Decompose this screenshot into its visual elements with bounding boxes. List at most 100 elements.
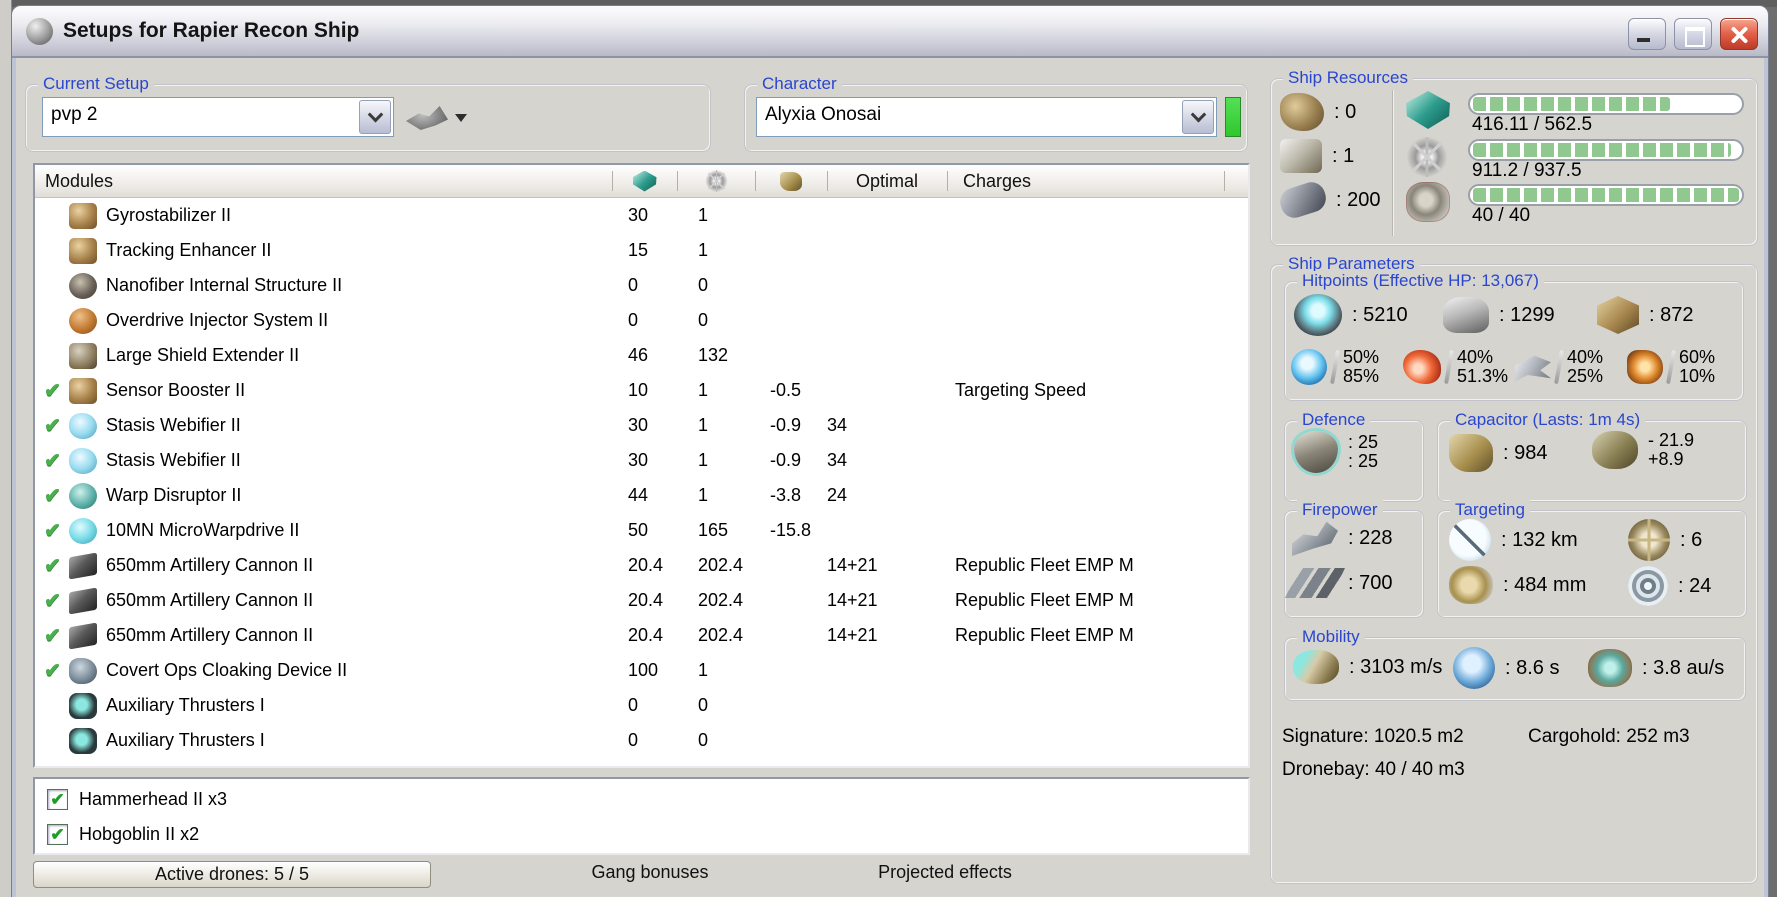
- titlebar[interactable]: Setups for Rapier Recon Ship: [12, 6, 1768, 58]
- table-row[interactable]: ✔ 650mm Artillery Cannon II 20.4 202.4 1…: [35, 548, 1248, 583]
- projected-effects-button[interactable]: Projected effects: [855, 862, 1035, 883]
- sensor-booster-icon: [69, 377, 97, 404]
- speed-icon: [1293, 650, 1339, 684]
- dps-value: : 228: [1348, 526, 1393, 549]
- warp-speed-value: : 3.8 au/s: [1642, 656, 1725, 679]
- character-status-indicator: [1225, 97, 1241, 137]
- firepower-label: Firepower: [1297, 500, 1383, 520]
- resist-group: 40% 51.3%: [1403, 348, 1508, 386]
- active-check-icon: ✔: [44, 590, 61, 612]
- drone-row[interactable]: ✔ Hobgoblin II x2: [35, 817, 1248, 852]
- module-optimal-value: 34: [827, 450, 848, 470]
- dronebay-icon: [1406, 182, 1450, 222]
- stasis-webifier-icon: [69, 447, 97, 474]
- module-cpu-value: 0: [628, 275, 639, 295]
- character-combobox-button[interactable]: [1182, 100, 1214, 134]
- powergrid-icon: [704, 170, 728, 192]
- table-row[interactable]: ✔ 650mm Artillery Cannon II 20.4 202.4 1…: [35, 583, 1248, 618]
- module-powergrid-value: 1: [698, 240, 709, 260]
- table-row[interactable]: Large Shield Extender II 46 132: [35, 338, 1248, 373]
- resist-bottom-value: 25%: [1567, 366, 1604, 386]
- hull-hp-icon: [1597, 296, 1639, 334]
- module-powergrid-value: 1: [698, 415, 709, 435]
- powergrid-icon: [1406, 137, 1448, 177]
- drone-checkbox[interactable]: ✔: [47, 789, 68, 810]
- setup-combobox-button[interactable]: [359, 100, 391, 134]
- table-row[interactable]: Auxiliary Thrusters I 0 0: [35, 723, 1248, 758]
- table-row[interactable]: Auxiliary Thrusters I 0 0: [35, 688, 1248, 723]
- sensor-strength: : 24: [1628, 566, 1711, 606]
- table-row[interactable]: ✔ Covert Ops Cloaking Device II 100 1: [35, 653, 1248, 688]
- module-charge-value: [947, 268, 1224, 303]
- character-combobox[interactable]: Alyxia Onosai: [756, 97, 1217, 137]
- resource-bar-value: 416.11 / 562.5: [1472, 114, 1593, 135]
- resist-top-value: 40%: [1567, 347, 1604, 367]
- table-row[interactable]: ✔ Warp Disruptor II 44 1 -3.8 24: [35, 478, 1248, 513]
- scan-resolution-value: : 484 mm: [1503, 573, 1587, 596]
- module-optimal-value: [827, 373, 947, 408]
- cpu-icon: [632, 170, 657, 192]
- character-label: Character: [757, 74, 842, 94]
- resist-bottom-value: 85%: [1343, 366, 1380, 386]
- resist-divider: [1444, 349, 1454, 385]
- table-row[interactable]: ✔ Sensor Booster II 10 1 -0.5 Targeting …: [35, 373, 1248, 408]
- module-capacitor-value: [755, 233, 827, 268]
- defence-values: : 25 : 25: [1294, 431, 1378, 473]
- resist-top-value: 60%: [1679, 347, 1716, 367]
- gang-bonuses-button[interactable]: Gang bonuses: [575, 862, 725, 883]
- module-powergrid-value: 0: [698, 695, 709, 715]
- resist-group: 40% 25%: [1515, 348, 1603, 386]
- module-charge-value: Republic Fleet EMP M: [955, 590, 1134, 610]
- module-cpu-value: 10: [628, 380, 649, 400]
- active-check-icon: ✔: [44, 625, 61, 647]
- hitpoints-label: Hitpoints (Effective HP: 13,067): [1297, 271, 1544, 291]
- module-powergrid-value: 202.4: [698, 625, 744, 645]
- modules-table: Modules Optimal Charges Gyrostabilizer I…: [33, 163, 1250, 768]
- table-row[interactable]: ✔ Stasis Webifier II 30 1 -0.9 34: [35, 408, 1248, 443]
- capacitor-label: Capacitor (Lasts: 1m 4s): [1450, 410, 1646, 430]
- setup-combobox-value: pvp 2: [51, 104, 98, 125]
- active-drones-button[interactable]: Active drones: 5 / 5: [33, 861, 431, 888]
- close-button[interactable]: [1720, 18, 1758, 50]
- module-charge-value: Targeting Speed: [955, 380, 1087, 400]
- volley-value: : 700: [1348, 571, 1393, 594]
- ship-menu-button[interactable]: [406, 100, 467, 136]
- max-targets-value: : 6: [1680, 528, 1703, 551]
- calibration-icon: [1276, 178, 1330, 222]
- module-cpu-value: 46: [628, 345, 649, 365]
- maximize-button[interactable]: [1674, 18, 1712, 50]
- slot-count: : 0: [1280, 93, 1356, 131]
- module-optimal-value: [827, 198, 947, 233]
- slot-count: : 200: [1276, 178, 1381, 222]
- module-capacitor-value: [755, 198, 827, 233]
- module-capacitor-value: [755, 653, 827, 688]
- table-row[interactable]: ✔ 650mm Artillery Cannon II 20.4 202.4 1…: [35, 618, 1248, 653]
- module-name: 650mm Artillery Cannon II: [106, 555, 314, 575]
- module-charge-value: Republic Fleet EMP M: [955, 625, 1134, 645]
- table-row[interactable]: Overdrive Injector System II 0 0: [35, 303, 1248, 338]
- resource-bar-value: 911.2 / 937.5: [1472, 160, 1582, 181]
- module-optimal-value: [827, 303, 947, 338]
- module-cpu-value: 0: [628, 730, 639, 750]
- dropdown-arrow-icon: [455, 114, 467, 122]
- minimize-button[interactable]: [1628, 18, 1666, 50]
- resist-divider: [1330, 349, 1340, 385]
- resist-bottom-value: 10%: [1679, 366, 1716, 386]
- module-cpu-value: 15: [628, 240, 649, 260]
- drone-row[interactable]: ✔ Hammerhead II x3: [35, 782, 1248, 817]
- slot-count: : 1: [1280, 139, 1354, 173]
- mobility-label: Mobility: [1297, 627, 1365, 647]
- slot-count-value: : 200: [1336, 188, 1381, 211]
- table-row[interactable]: Nanofiber Internal Structure II 0 0: [35, 268, 1248, 303]
- table-row[interactable]: Gyrostabilizer II 30 1: [35, 198, 1248, 233]
- drone-checkbox[interactable]: ✔: [47, 824, 68, 845]
- firepower-volley: : 700: [1285, 568, 1393, 598]
- table-row[interactable]: ✔ 10MN MicroWarpdrive II 50 165 -15.8: [35, 513, 1248, 548]
- module-powergrid-value: 1: [698, 205, 709, 225]
- defence-value-2: : 25: [1348, 451, 1379, 471]
- module-name: Covert Ops Cloaking Device II: [106, 660, 348, 680]
- table-row[interactable]: Tracking Enhancer II 15 1: [35, 233, 1248, 268]
- module-powergrid-value: 202.4: [698, 555, 744, 575]
- setup-combobox[interactable]: pvp 2: [42, 97, 394, 137]
- table-row[interactable]: ✔ Stasis Webifier II 30 1 -0.9 34: [35, 443, 1248, 478]
